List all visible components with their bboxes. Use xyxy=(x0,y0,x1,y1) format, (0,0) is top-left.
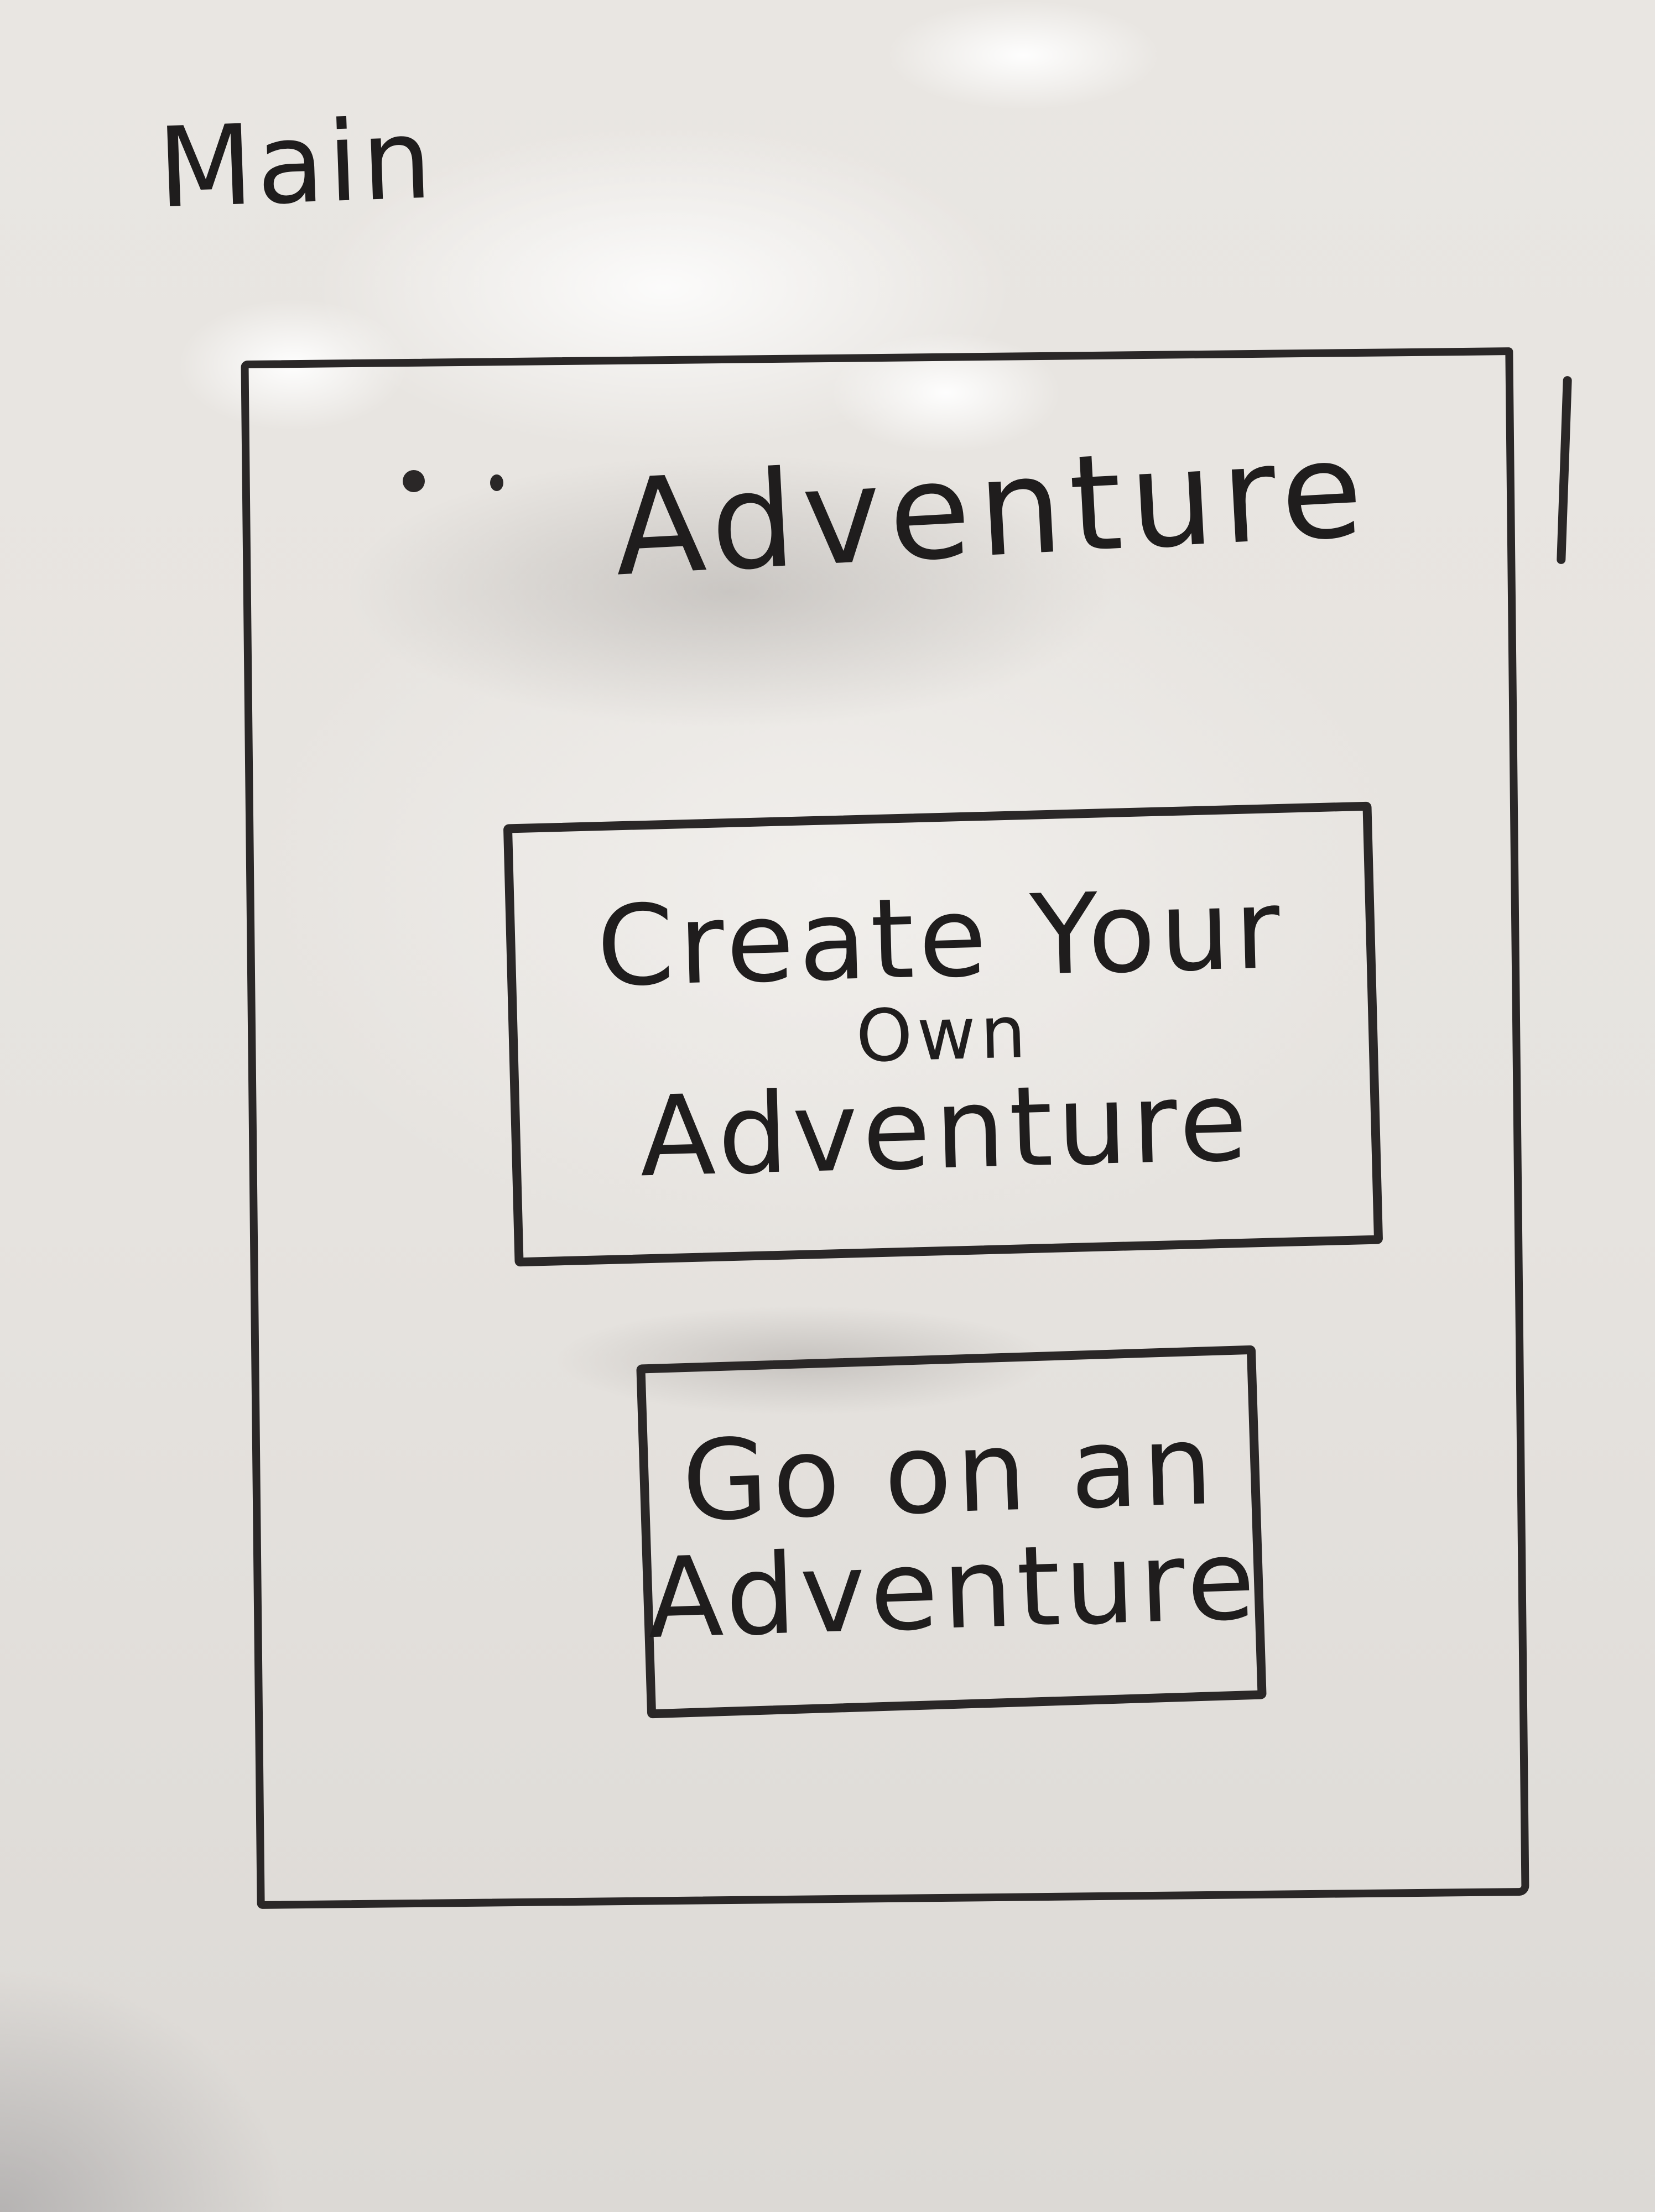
dot-mark xyxy=(490,474,503,491)
create-your-own-adventure-button[interactable]: Create Your Own Adventure xyxy=(503,801,1383,1267)
create-button-label-line-1: Create Your xyxy=(595,864,1286,1012)
dot-mark xyxy=(403,470,425,492)
create-button-label-line-2: Own xyxy=(855,989,1032,1078)
go-button-label-line-2: Adventure xyxy=(645,1515,1261,1664)
edge-shadow xyxy=(0,1969,288,2212)
screen-label: Main xyxy=(155,95,438,233)
go-on-an-adventure-button[interactable]: Go on an Adventure xyxy=(636,1345,1267,1719)
light-glare xyxy=(885,0,1162,111)
create-button-label-line-3: Adventure xyxy=(638,1057,1253,1202)
